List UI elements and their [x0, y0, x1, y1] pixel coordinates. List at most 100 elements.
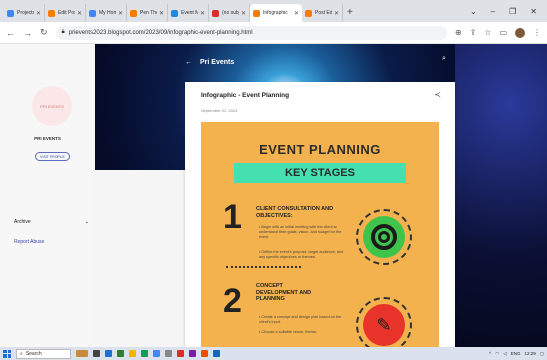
app-icon[interactable] [213, 350, 220, 357]
step-bullet: • Define the event's purpose, target aud… [259, 250, 344, 259]
pencil-ring: ✎ [356, 297, 412, 347]
side-background [455, 44, 547, 347]
close-icon[interactable]: ✕ [36, 10, 41, 17]
tab-bar: Projects - Co ✕ Edit Post - P ✕ My Home … [0, 0, 547, 22]
tab-post-edit[interactable]: Post Edit ✕ [302, 4, 343, 22]
store-icon[interactable] [117, 350, 124, 357]
tab-title: Edit Post - P [58, 10, 75, 16]
infographic-heading: EVENT PLANNING [259, 142, 381, 157]
tab-my-home[interactable]: My Home - W ✕ [86, 4, 127, 22]
tab-no-subject[interactable]: (no subject) ✕ [209, 4, 250, 22]
close-icon[interactable]: ✕ [118, 10, 123, 17]
language-indicator[interactable]: ENG [511, 351, 521, 356]
visit-profile-button[interactable]: VISIT PROFILE [35, 152, 70, 161]
chrome-icon[interactable] [141, 350, 148, 357]
app-icon[interactable] [201, 350, 208, 357]
app-icon[interactable] [165, 350, 172, 357]
brand-name: PRI EVENTS [34, 136, 61, 141]
tab-search-icon[interactable]: ⌄ [470, 7, 477, 16]
infographic-image: EVENT PLANNING KEY STAGES 1 CLIENT CONSU… [201, 122, 439, 347]
bullseye-center [378, 231, 390, 243]
window-controls: ⌄ – ❐ ✕ [470, 0, 547, 22]
tab-favicon-icon [130, 9, 137, 17]
tab-title: Post Edit [315, 10, 332, 16]
step-bullet-text: Begin with an initial meeting with the c… [259, 225, 342, 239]
step-title: CLIENT CONSULTATION AND OBJECTIVES: [256, 206, 334, 219]
close-icon[interactable]: ✕ [200, 10, 205, 17]
bookmark-star-icon[interactable]: ☆ [484, 28, 491, 37]
tab-title: Event Manag [181, 10, 198, 16]
tab-edit-post[interactable]: Edit Post - P ✕ [45, 4, 86, 22]
close-icon[interactable]: ✕ [241, 10, 246, 17]
target-ring [356, 209, 412, 265]
app-icon[interactable] [189, 350, 196, 357]
zoom-icon[interactable]: ⊕ [455, 28, 462, 37]
taskbar-search[interactable]: ⌕ Search [16, 348, 71, 359]
volume-icon[interactable]: ◁ [503, 351, 506, 357]
maximize-icon[interactable]: ❐ [509, 7, 516, 16]
archive-dropdown[interactable]: Archive ⌄ [14, 219, 89, 225]
step-bullet: • Create a concept and design plan based… [259, 315, 342, 324]
tab-infographic[interactable]: Infographic ✕ [250, 4, 302, 22]
system-tray: ^ ◠ ◁ ENG 12:29 ▢ [489, 351, 544, 357]
step-number: 2 [223, 282, 242, 320]
notifications-icon[interactable]: ▢ [540, 351, 544, 357]
app-icon[interactable] [153, 350, 160, 357]
windows-start-icon[interactable] [3, 349, 11, 358]
infographic-subheading: KEY STAGES [234, 163, 406, 183]
chevron-up-icon[interactable]: ^ [489, 351, 491, 356]
step-bullet-text: Create a concept and design plan based o… [259, 315, 342, 324]
step-title: CONCEPT DEVELOPMENT AND PLANNING [256, 283, 312, 302]
reload-icon[interactable]: ↻ [40, 27, 48, 38]
close-icon[interactable]: ✕ [159, 10, 164, 17]
tab-pen-theme[interactable]: Pen Theme ✕ [127, 4, 168, 22]
browser-toolbar: ← → ↻ 🔒︎ prievents2023.blogspot.com/2023… [0, 22, 547, 44]
tab-projects[interactable]: Projects - Co ✕ [4, 4, 45, 22]
back-icon[interactable]: ← [6, 28, 15, 38]
share-icon[interactable]: ⇪ [470, 28, 477, 37]
minimize-icon[interactable]: – [491, 7, 495, 16]
step-bullet: • Choose a suitable venue, theme, [259, 330, 317, 334]
sidebar: PRI EVENTS PRI EVENTS VISIT PROFILE Arch… [0, 44, 95, 347]
tab-favicon-icon [48, 9, 55, 17]
report-abuse-link[interactable]: Report Abuse [14, 239, 44, 245]
blog-header: ← Pri Events [95, 54, 547, 70]
gmail-icon [212, 9, 219, 17]
address-bar[interactable]: 🔒︎ prievents2023.blogspot.com/2023/09/in… [55, 25, 447, 40]
edge-icon[interactable] [105, 350, 112, 357]
toolbar-actions: ⊕ ⇪ ☆ ▭ ⋮ [455, 27, 541, 38]
app-icon[interactable] [177, 350, 184, 357]
share-icon[interactable]: ≺ [434, 90, 441, 99]
profile-avatar-icon[interactable] [515, 27, 525, 38]
search-icon: ⌕ [20, 350, 23, 357]
bullseye-icon [371, 224, 397, 250]
clock[interactable]: 12:29 [524, 351, 535, 356]
post-title: Infographic - Event Planning [201, 92, 290, 99]
close-icon[interactable]: ✕ [334, 10, 339, 17]
screen: Projects - Co ✕ Edit Post - P ✕ My Home … [0, 0, 547, 360]
tab-title: Pen Theme [140, 10, 157, 16]
window-close-icon[interactable]: ✕ [530, 7, 537, 16]
menu-icon[interactable]: ⋮ [533, 28, 541, 37]
back-arrow-icon[interactable]: ← [185, 59, 192, 66]
task-view-icon[interactable] [93, 350, 100, 357]
blog-title[interactable]: Pri Events [200, 59, 234, 66]
search-icon[interactable]: ⌕ [442, 55, 446, 63]
logo-text: PRI EVENTS [40, 103, 64, 109]
forward-icon[interactable]: → [23, 28, 32, 38]
weather-icon[interactable] [76, 350, 88, 357]
dotted-divider [226, 266, 301, 268]
tab-favicon-icon [7, 9, 14, 17]
taskbar: ⌕ Search ^ ◠ ◁ ENG 12:29 ▢ [0, 347, 547, 360]
close-icon[interactable]: ✕ [294, 10, 299, 17]
new-tab-button[interactable]: + [347, 4, 353, 22]
search-placeholder: Search [25, 350, 42, 357]
file-explorer-icon[interactable] [129, 350, 136, 357]
side-panel-icon[interactable]: ▭ [499, 28, 507, 37]
network-icon[interactable]: ◠ [495, 351, 499, 357]
pencil-icon: ✎ [363, 304, 405, 346]
tab-event-manag[interactable]: Event Manag ✕ [168, 4, 209, 22]
web-page: ← Pri Events ⌕ PRI EVENTS PRI EVENTS VIS… [0, 44, 547, 347]
close-icon[interactable]: ✕ [77, 10, 82, 17]
blog-logo[interactable]: PRI EVENTS [32, 86, 72, 126]
